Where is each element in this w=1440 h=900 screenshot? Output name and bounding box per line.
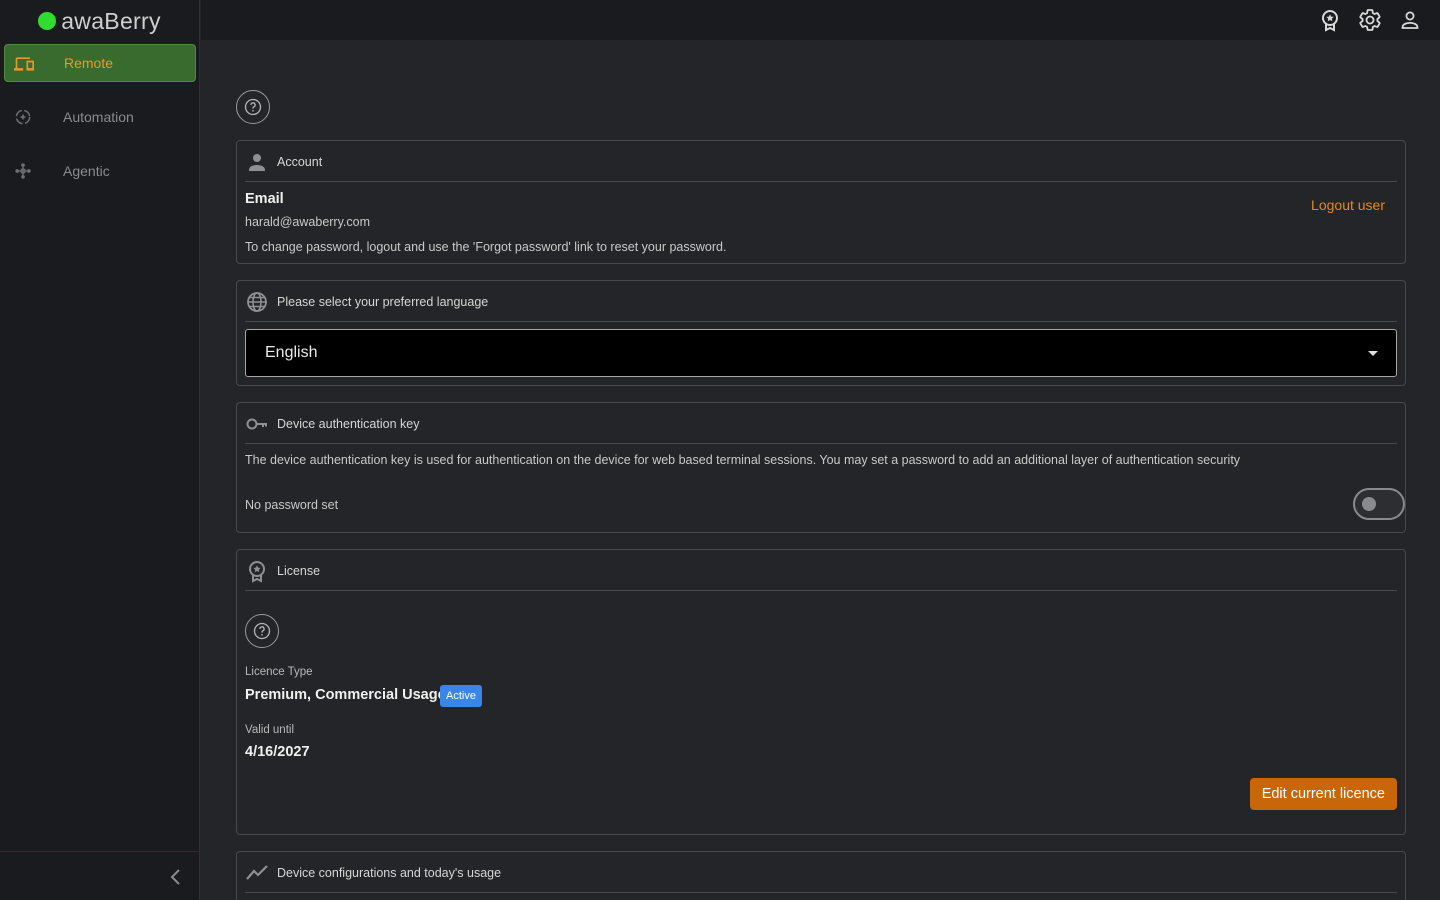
brand[interactable]: awaBerry <box>0 0 199 42</box>
toggle-knob <box>1362 497 1376 511</box>
key-icon <box>246 418 267 430</box>
automation-icon <box>15 109 31 125</box>
licence-icon <box>249 561 265 583</box>
password-hint: To change password, logout and use the '… <box>245 240 727 254</box>
password-toggle[interactable] <box>1353 488 1405 520</box>
user-icon[interactable] <box>1398 8 1422 32</box>
logout-button[interactable]: Logout user <box>1311 197 1385 213</box>
brand-name: awaBerry <box>61 7 161 34</box>
card-title: License <box>277 564 321 578</box>
devices-icon <box>14 57 34 71</box>
licence-icon[interactable] <box>1318 8 1342 32</box>
sidebar-item-automation[interactable]: Automation <box>4 98 196 136</box>
brand-logo-dot <box>38 12 57 30</box>
card-header: License <box>245 550 1397 591</box>
card-header: Device configurations and today's usage <box>245 852 1397 893</box>
help-icon <box>253 622 271 640</box>
device-auth-description: The device authentication key is used fo… <box>245 453 1241 467</box>
status-badge: Active <box>440 685 482 707</box>
card-title: Please select your preferred language <box>277 295 489 309</box>
email-label: Email <box>245 191 284 207</box>
chevron-left-icon[interactable] <box>166 866 186 888</box>
valid-until-value: 4/16/2027 <box>245 744 310 760</box>
card-header: Device authentication key <box>245 403 1397 444</box>
valid-until-label: Valid until <box>245 724 295 736</box>
dropdown-arrow-icon <box>1368 351 1378 356</box>
card-title: Device configurations and today's usage <box>277 866 502 880</box>
edit-licence-button[interactable]: Edit current licence <box>1249 778 1397 810</box>
sidebar-footer <box>0 851 200 900</box>
licence-type-value: Premium, Commercial Usage <box>245 687 446 703</box>
license-help-button[interactable] <box>245 614 279 648</box>
device-auth-card: Device authentication key The device aut… <box>236 402 1406 533</box>
help-button[interactable] <box>236 90 270 124</box>
language-selected-value: English <box>265 344 318 361</box>
card-title: Account <box>277 155 323 169</box>
email-value: harald@awaberry.com <box>245 215 371 229</box>
person-icon <box>249 154 265 171</box>
sidebar-item-label: Remote <box>64 55 114 71</box>
password-status: No password set <box>245 498 339 512</box>
licence-type-label: Licence Type <box>245 666 313 678</box>
account-card: Account Email harald@awaberry.com To cha… <box>236 140 1406 264</box>
language-select[interactable]: English <box>245 329 1397 377</box>
sidebar: awaBerry Remote Automation Agentic <box>0 0 200 900</box>
trending-icon <box>246 865 268 880</box>
card-title: Device authentication key <box>277 417 420 431</box>
sidebar-item-label: Agentic <box>63 163 110 179</box>
sidebar-item-remote[interactable]: Remote <box>4 44 196 82</box>
card-header: Account <box>245 141 1397 182</box>
top-bar <box>201 0 1440 40</box>
language-card: Please select your preferred language En… <box>236 280 1406 386</box>
license-card: License Licence Type Premium, Commercial… <box>236 549 1406 835</box>
globe-icon <box>247 292 267 312</box>
card-header: Please select your preferred language <box>245 281 1397 322</box>
agentic-icon <box>15 163 31 179</box>
settings-icon[interactable] <box>1358 8 1382 32</box>
usage-card: Device configurations and today's usage <box>236 851 1406 900</box>
sidebar-item-agentic[interactable]: Agentic <box>4 152 196 190</box>
help-icon <box>244 98 262 116</box>
sidebar-item-label: Automation <box>63 109 134 125</box>
